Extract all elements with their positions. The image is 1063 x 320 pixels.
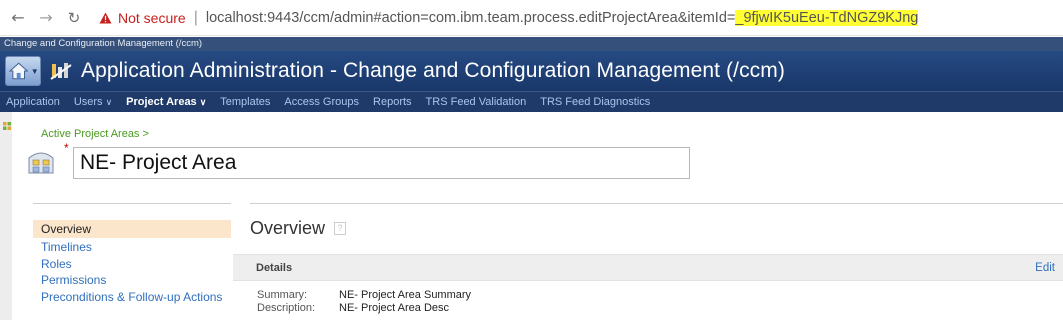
project-area-icon [28,152,54,174]
sidebar-nav: Overview Timelines Roles Permissions Pre… [33,220,231,305]
menu-item-reports[interactable]: Reports [373,96,412,108]
admin-tools-icon [50,63,72,80]
menu-item-templates[interactable]: Templates [220,96,270,108]
details-title: Details [256,261,293,274]
address-bar[interactable]: localhost:9443/ccm/admin#action=com.ibm.… [205,9,919,26]
sidebar-item-roles[interactable]: Roles [33,256,231,273]
divider [33,203,231,204]
summary-label: Summary: [257,289,308,301]
sidebar-item-preconditions[interactable]: Preconditions & Follow-up Actions [33,289,231,306]
sidebar-item-timelines[interactable]: Timelines [33,239,231,256]
project-name-field[interactable] [73,147,690,179]
menu-item-label: Users [73,96,103,108]
warning-icon[interactable] [99,12,112,24]
reload-icon[interactable]: ↻ [63,9,85,27]
home-icon [9,62,29,80]
chevron-down-icon: ∨ [105,97,113,107]
section-title: Overview [250,218,326,238]
menu-item-project-areas[interactable]: Project Areas ∨ [126,96,206,108]
chevron-down-icon: ∨ [199,97,207,107]
required-marker: * [64,141,69,155]
left-collapse-strip[interactable] [0,112,12,320]
breadcrumb[interactable]: Active Project Areas > [41,128,149,140]
app-title-bar: ▼ Application Administration - Change an… [0,51,1063,91]
url-highlighted-id: _9fjwIK5uEeu-TdNGZ9KJng [735,9,919,26]
details-header: Details Edit [233,254,1063,281]
divider [250,203,1063,204]
menu-item-label: Project Areas [126,96,197,108]
menu-item-label: Reports [373,96,412,108]
menu-item-label: Templates [220,96,271,108]
not-secure-label[interactable]: Not secure [118,10,186,26]
menu-item-label: TRS Feed Validation [425,96,527,108]
menu-item-label: Access Groups [284,96,360,108]
description-value: NE- Project Area Desc [339,302,450,314]
description-row: Description: NE- Project Area Desc [257,302,449,314]
edit-link[interactable]: Edit [1035,262,1055,274]
summary-value: NE- Project Area Summary [339,289,472,301]
page-title: Application Administration - Change and … [81,59,785,82]
menu-item-label: TRS Feed Diagnostics [540,96,651,108]
sidebar-item-permissions[interactable]: Permissions [33,272,231,289]
menu-item-application[interactable]: Application [6,96,60,108]
expand-panel-icon[interactable] [3,122,11,132]
home-menu-button[interactable]: ▼ [5,56,41,86]
help-icon[interactable]: ? [334,222,346,235]
url-separator: | [193,8,198,26]
sidebar-item-overview[interactable]: Overview [33,220,231,238]
main-menu: Application Users ∨ Project Areas ∨ Templa… [0,91,1063,112]
description-label: Description: [257,302,316,314]
app-context-label: Change and Configuration Management (/cc… [0,37,1063,51]
menu-item-trs-feed-validation[interactable]: TRS Feed Validation [426,96,527,108]
back-arrow-icon[interactable]: ← [7,8,29,27]
chevron-down-icon: ▼ [30,66,39,76]
menu-item-users[interactable]: Users ∨ [74,96,112,108]
menu-item-trs-feed-diagnostics[interactable]: TRS Feed Diagnostics [540,96,650,108]
summary-row: Summary: NE- Project Area Summary [257,289,471,301]
url-text: localhost:9443/ccm/admin#action=com.ibm.… [205,9,736,26]
menu-item-label: Application [6,96,60,108]
menu-item-access-groups[interactable]: Access Groups [284,96,359,108]
browser-toolbar: ← → ↻ Not secure | localhost:9443/ccm/ad… [0,0,1063,36]
forward-arrow-icon[interactable]: → [35,8,57,27]
